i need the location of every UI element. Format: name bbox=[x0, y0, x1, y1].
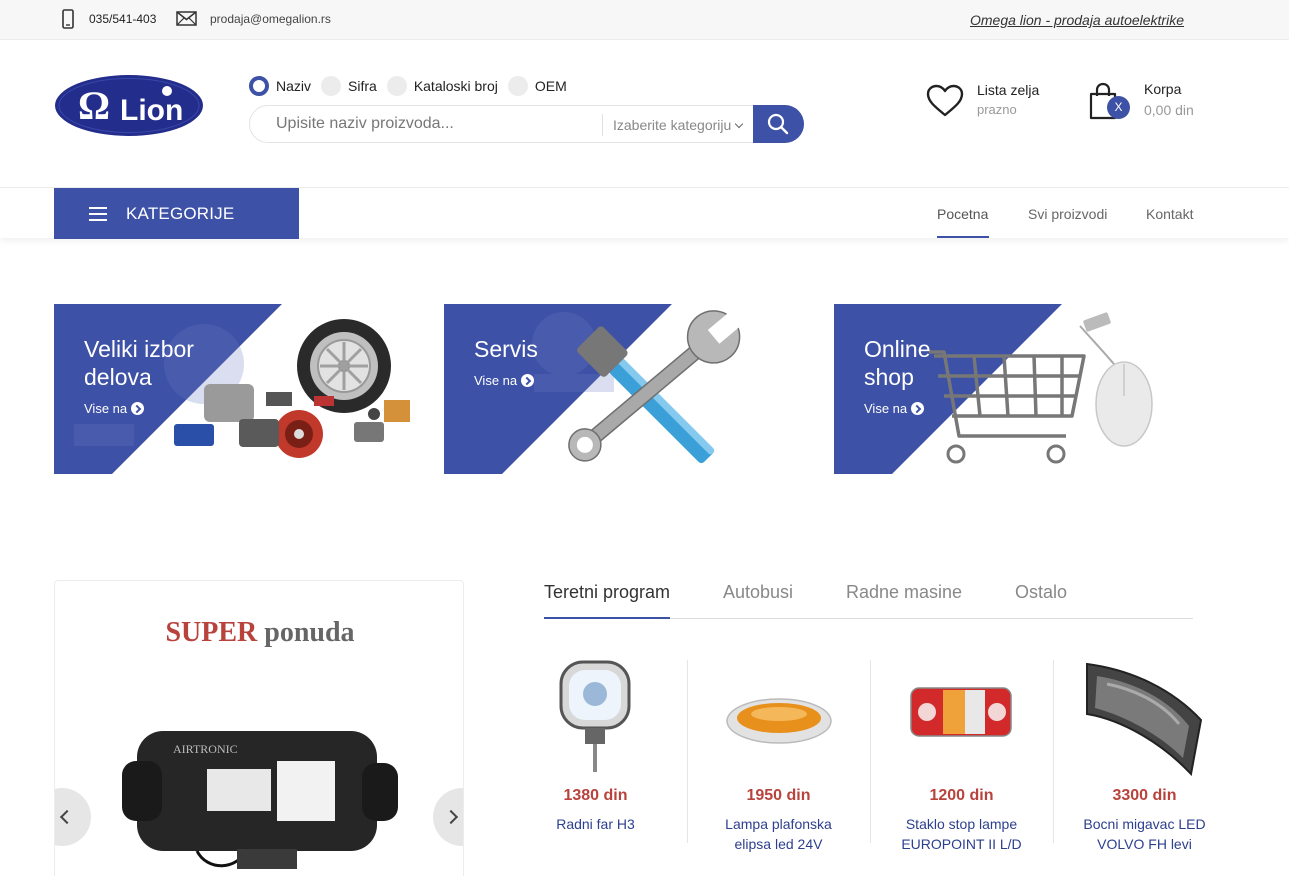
ceiling-lamp-image bbox=[726, 698, 832, 744]
arrow-circle-right-icon bbox=[131, 402, 145, 415]
promo-title: SUPER ponuda bbox=[165, 617, 355, 648]
radio-icon[interactable] bbox=[386, 76, 407, 96]
product-name[interactable]: Lampa plafonska elipsa led 24V bbox=[687, 814, 870, 854]
product-price: 1950 din bbox=[746, 787, 811, 804]
nav-link-svi-proizvodi[interactable]: Svi proizvodi bbox=[1028, 206, 1107, 222]
site-logo[interactable]: Ω Lion bbox=[54, 74, 204, 137]
wishlist-status: prazno bbox=[977, 102, 1017, 117]
prev-slide-button[interactable] bbox=[55, 788, 91, 846]
product-name[interactable]: Radni far H3 bbox=[504, 814, 687, 834]
main-nav: KATEGORIJE Pocetna Svi proizvodi Kontakt bbox=[0, 187, 1289, 239]
search-bar: Izaberite kategoriju bbox=[249, 105, 804, 143]
tab-autobusi[interactable]: Autobusi bbox=[723, 582, 793, 603]
banner-servis[interactable]: Servis Vise na bbox=[444, 304, 809, 474]
product-price: 1380 din bbox=[563, 787, 628, 804]
wishlist-label[interactable]: Lista zelja bbox=[977, 82, 1039, 98]
search-type-options: Naziv Sifra Kataloski broj OEM bbox=[249, 76, 577, 96]
radio-checked-icon[interactable] bbox=[249, 76, 269, 96]
product-price: 3300 din bbox=[1112, 787, 1177, 804]
active-nav-indicator bbox=[937, 236, 989, 238]
work-light-image bbox=[559, 660, 631, 772]
banner-title: Servis bbox=[474, 336, 538, 362]
search-type-kataloski-broj[interactable]: Kataloski broj bbox=[386, 76, 498, 96]
categories-button[interactable]: KATEGORIJE bbox=[54, 188, 299, 239]
cart-count-badge: X bbox=[1107, 96, 1130, 119]
side-indicator-image bbox=[1086, 662, 1203, 776]
product-name[interactable]: Staklo stop lampe EUROPOINT II L/D bbox=[870, 814, 1053, 854]
banner-online-shop[interactable]: Online shop Vise na bbox=[834, 304, 1199, 474]
category-select[interactable]: Izaberite kategoriju bbox=[613, 117, 744, 133]
product-card[interactable]: 1950 din Lampa plafonska elipsa led 24V bbox=[687, 660, 870, 860]
heater-product-image[interactable]: AIRTRONIC bbox=[117, 721, 407, 876]
search-type-sifra[interactable]: Sifra bbox=[321, 76, 377, 96]
cart-total: 0,00 din bbox=[1144, 102, 1194, 118]
search-type-oem[interactable]: OEM bbox=[507, 76, 567, 96]
next-slide-button[interactable] bbox=[433, 788, 463, 846]
super-offer-panel: SUPER ponuda AIRTRONIC bbox=[54, 580, 464, 876]
phone-icon bbox=[62, 9, 74, 29]
wrench-hammer-image bbox=[444, 304, 743, 474]
arrow-circle-right-icon bbox=[911, 402, 925, 415]
svg-text:Ω: Ω bbox=[78, 83, 110, 128]
top-bar: 035/541-403 prodaja@omegalion.rs Omega l… bbox=[0, 0, 1289, 40]
tab-teretni-program[interactable]: Teretni program bbox=[544, 582, 670, 603]
product-name[interactable]: Bocni migavac LED VOLVO FH levi bbox=[1053, 814, 1236, 854]
banner-link[interactable]: Vise na bbox=[84, 401, 145, 416]
tagline-link[interactable]: Omega lion - prodaja autoelektrike bbox=[970, 12, 1184, 28]
tab-radne-masine[interactable]: Radne masine bbox=[846, 582, 962, 603]
product-brand-label: AIRTRONIC bbox=[173, 742, 238, 756]
heart-icon[interactable] bbox=[926, 84, 964, 118]
banner-title: Online shop bbox=[864, 336, 931, 390]
chevron-right-icon bbox=[443, 809, 459, 825]
nav-link-pocetna[interactable]: Pocetna bbox=[937, 206, 988, 222]
mail-icon bbox=[176, 11, 197, 26]
chevron-left-icon bbox=[59, 809, 75, 825]
email-link[interactable]: prodaja@omegalion.rs bbox=[210, 12, 331, 26]
banner-link[interactable]: Vise na bbox=[474, 373, 535, 388]
banner-parts[interactable]: Veliki izbor delova Vise na bbox=[54, 304, 419, 474]
product-price: 1200 din bbox=[929, 787, 994, 804]
product-card[interactable]: 3300 din Bocni migavac LED VOLVO FH levi bbox=[1053, 660, 1236, 860]
product-card[interactable]: 1200 din Staklo stop lampe EUROPOINT II … bbox=[870, 660, 1053, 860]
search-divider bbox=[602, 114, 603, 136]
tab-ostalo[interactable]: Ostalo bbox=[1015, 582, 1067, 603]
search-type-naziv[interactable]: Naziv bbox=[249, 76, 311, 96]
chevron-down-icon bbox=[735, 119, 744, 129]
nav-link-kontakt[interactable]: Kontakt bbox=[1146, 206, 1193, 222]
banner-link[interactable]: Vise na bbox=[864, 401, 925, 416]
svg-text:Lion: Lion bbox=[120, 94, 183, 127]
tail-light-image bbox=[910, 687, 1012, 737]
search-button[interactable] bbox=[753, 105, 804, 143]
active-tab-indicator bbox=[544, 617, 670, 619]
phone-number[interactable]: 035/541-403 bbox=[89, 12, 156, 26]
banner-title: Veliki izbor delova bbox=[84, 336, 194, 390]
radio-icon[interactable] bbox=[507, 76, 528, 96]
radio-icon[interactable] bbox=[321, 76, 342, 96]
search-icon bbox=[767, 113, 789, 135]
search-input[interactable] bbox=[276, 115, 596, 133]
cart-label[interactable]: Korpa bbox=[1144, 81, 1181, 97]
hamburger-icon bbox=[89, 207, 107, 221]
product-card[interactable]: 1380 din Radni far H3 bbox=[504, 660, 687, 860]
arrow-circle-right-icon bbox=[521, 374, 535, 387]
